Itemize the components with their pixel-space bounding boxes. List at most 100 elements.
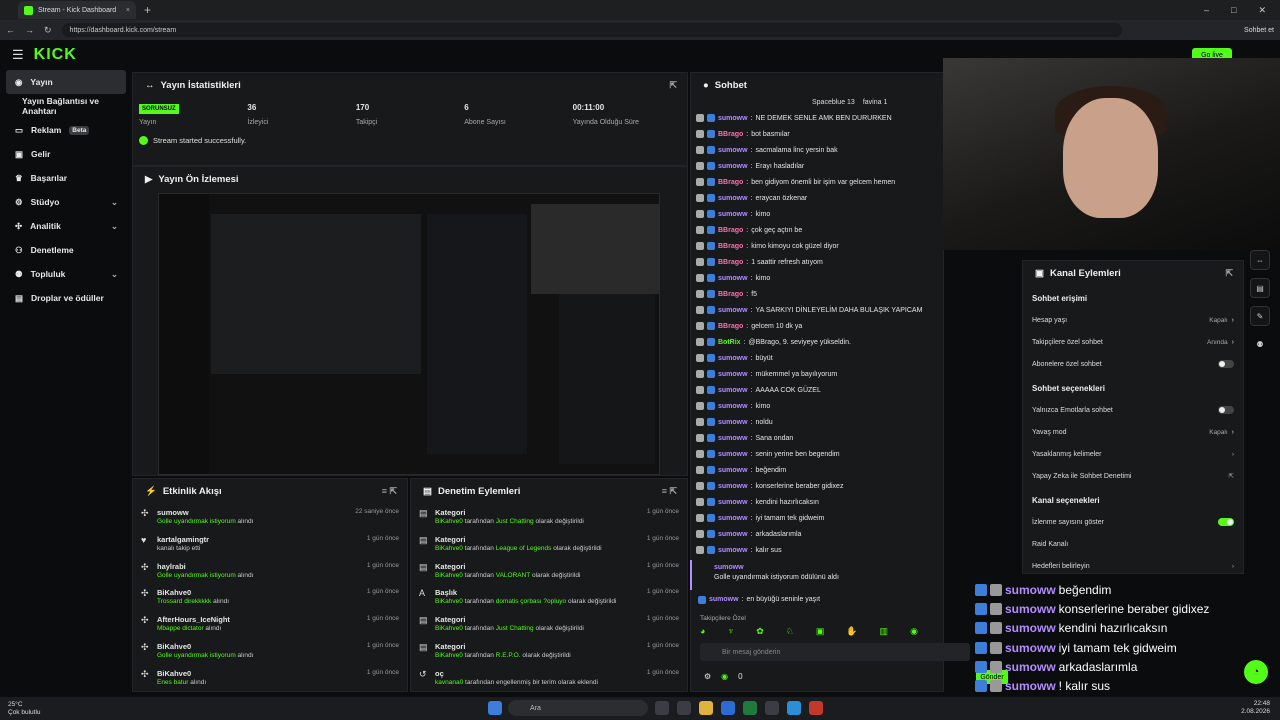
sidebar-item-basarilar[interactable]: ♛ Başarılar: [0, 166, 132, 190]
chat-username[interactable]: BotRix: [718, 339, 741, 346]
start-icon[interactable]: [488, 701, 502, 715]
chat-username[interactable]: sumoww: [718, 515, 748, 522]
feed-row[interactable]: ✣ sumoww Golle uyandırmak istiyorum alındı…: [133, 503, 407, 530]
filter-and-expand-icon[interactable]: ≡ ⇱: [382, 486, 397, 497]
clock[interactable]: 22:48 2.08.2026: [1241, 700, 1270, 716]
back-icon[interactable]: ←: [6, 25, 15, 35]
expand-icon[interactable]: ⇱: [1225, 268, 1233, 279]
browser-tab[interactable]: Stream - Kick Dashboard ×: [18, 1, 136, 19]
mod-row[interactable]: ▤ Kategori BiKahve0 tarafından League of L…: [411, 530, 687, 557]
sidebar-item-stream-key[interactable]: Yayın Bağlantısı ve Anahtarı: [0, 94, 132, 118]
chat-username[interactable]: sumoww: [718, 547, 748, 554]
sidebar-item-studyo[interactable]: ⚙ Stüdyo ⌄: [0, 190, 132, 214]
mod-row[interactable]: ▤ Kategori BiKahve0 tarafından R.E.P.O. ol…: [411, 637, 687, 664]
document-icon[interactable]: ▤: [1250, 278, 1270, 298]
emote-bar[interactable]: ◕ ♆ ✿ ♘ ▣ ✋ ▥ ◉: [700, 626, 970, 638]
chat-username[interactable]: BBrago: [718, 179, 743, 186]
sidebar-item-yayin[interactable]: ◉ Yayın: [6, 70, 126, 94]
app-icon[interactable]: [743, 701, 757, 715]
feed-row[interactable]: ✣ BiKahve0 Trossard direkkkkk alındı 1 gün …: [133, 583, 407, 610]
chat-username[interactable]: BBrago: [718, 291, 743, 298]
chat-username[interactable]: sumoww: [718, 467, 748, 474]
feed-row[interactable]: ♥ kartalgamingtr kanalı takip etti 1 gün ön…: [133, 530, 407, 557]
account-age-row[interactable]: Hesap yaşı Kapalı ›: [1023, 309, 1243, 331]
chat-username[interactable]: sumoww: [718, 307, 748, 314]
feed-row[interactable]: ✣ BiKahve0 Golle uyandırmak istiyorum alın…: [133, 637, 407, 664]
close-window-icon[interactable]: ✕: [1258, 5, 1266, 16]
sidebar-item-topluluk[interactable]: ⚉ Topluluk ⌄: [0, 262, 132, 286]
url-field[interactable]: https://dashboard.kick.com/stream: [61, 23, 1122, 37]
slow-mode-row[interactable]: Yavaş mod Kapalı ›: [1023, 421, 1243, 443]
forward-icon[interactable]: →: [25, 25, 34, 35]
chat-username[interactable]: sumoww: [718, 371, 748, 378]
chat-username[interactable]: BBrago: [718, 259, 743, 266]
banned-words-row[interactable]: Yasaklanmış kelimeler ›: [1023, 443, 1243, 465]
chat-username[interactable]: BBrago: [718, 243, 743, 250]
sidebar-item-analitik[interactable]: ✣ Analitik ⌄: [0, 214, 132, 238]
chat-username[interactable]: sumoww: [718, 275, 748, 282]
viewcount-toggle[interactable]: [1218, 518, 1234, 526]
app-icon[interactable]: [765, 701, 779, 715]
chat-username[interactable]: sumoww: [718, 387, 748, 394]
edge-icon[interactable]: [787, 701, 801, 715]
close-tab-icon[interactable]: ×: [126, 7, 130, 14]
filter-and-expand-icon[interactable]: ≡ ⇱: [662, 486, 677, 497]
chat-username[interactable]: sumoww: [718, 435, 748, 442]
stream-preview[interactable]: [158, 193, 660, 475]
mod-row[interactable]: ▤ Kategori BiKahve0 tarafından Just Chatti…: [411, 503, 687, 530]
followers-only-row[interactable]: Takipçilere özel sohbet Anında ›: [1023, 331, 1243, 353]
chat-username[interactable]: sumoww: [718, 499, 748, 506]
reload-icon[interactable]: ↻: [44, 25, 52, 36]
feed-row[interactable]: ✣ BiKahve0 Enes batur alındı 1 gün önce: [133, 664, 407, 691]
app-icon[interactable]: [809, 701, 823, 715]
chat-username[interactable]: sumoww: [718, 403, 748, 410]
chat-input[interactable]: Bir mesaj gönderin: [700, 643, 970, 661]
kick-logo[interactable]: KICK: [34, 46, 77, 64]
subs-only-toggle[interactable]: [1218, 360, 1234, 368]
users-icon[interactable]: ⚉: [1250, 334, 1270, 354]
folder-icon[interactable]: [699, 701, 713, 715]
chat-username[interactable]: BBrago: [718, 131, 743, 138]
app-icon[interactable]: [677, 701, 691, 715]
maximize-icon[interactable]: □: [1231, 5, 1236, 16]
expand-icon[interactable]: ⇱: [669, 80, 677, 91]
goals-row[interactable]: Hedefleri belirleyin ›: [1023, 555, 1243, 577]
mod-row[interactable]: ▤ Kategori BiKahve0 tarafından VALORANT ol…: [411, 557, 687, 584]
copilot-chip[interactable]: Sohbet et: [1244, 27, 1274, 34]
sidebar-item-droplar[interactable]: ▤ Droplar ve ödüller: [0, 286, 132, 310]
chat-username[interactable]: BBrago: [718, 227, 743, 234]
ai-moderation-row[interactable]: Yapay Zeka ile Sohbet Denetimi ⇱: [1023, 465, 1243, 487]
link-icon[interactable]: ⇔: [1250, 250, 1270, 270]
mod-row[interactable]: ↺ oç kavnana0 tarafından engellenmiş bir t…: [411, 664, 687, 691]
mod-row[interactable]: ▤ Kategori BiKahve0 tarafından Just Chatti…: [411, 610, 687, 637]
app-icon[interactable]: [655, 701, 669, 715]
app-icon[interactable]: [721, 701, 735, 715]
chat-username[interactable]: sumoww: [718, 419, 748, 426]
wrench-icon[interactable]: ✎: [1250, 306, 1270, 326]
settings-icon[interactable]: ⚙: [704, 672, 711, 681]
feed-row[interactable]: ✣ haylrabi Golle uyandırmak istiyorum alın…: [133, 557, 407, 584]
feed-row[interactable]: ✣ AfterHours_IceNight Mbappe dictator alın…: [133, 610, 407, 637]
chat-username[interactable]: sumoww: [718, 451, 748, 458]
chat-username[interactable]: sumoww: [718, 195, 748, 202]
minimize-icon[interactable]: –: [1204, 5, 1209, 16]
sidebar-item-gelir[interactable]: ▣ Gelir: [0, 142, 132, 166]
mod-row[interactable]: A Başlık BiKahve0 tarafından domatis çorba…: [411, 583, 687, 610]
new-tab-button[interactable]: +: [144, 3, 151, 17]
chat-username[interactable]: BBrago: [718, 323, 743, 330]
emote-only-toggle[interactable]: [1218, 406, 1234, 414]
weather-widget[interactable]: 25°C Çok bulutlu: [8, 701, 41, 717]
raid-row[interactable]: Raid Kanalı: [1023, 533, 1243, 555]
chat-username[interactable]: sumoww: [718, 163, 748, 170]
chat-username[interactable]: sumoww: [718, 211, 748, 218]
taskbar-search[interactable]: Ara: [508, 700, 648, 716]
chat-username[interactable]: sumoww: [718, 531, 748, 538]
chat-username[interactable]: sumoww: [718, 355, 748, 362]
sidebar-item-denetleme[interactable]: ⚇ Denetleme: [0, 238, 132, 262]
chat-username[interactable]: sumoww: [718, 147, 748, 154]
chat-username[interactable]: sumoww: [718, 115, 748, 122]
menu-icon[interactable]: ☰: [12, 47, 24, 63]
chat-bubble-button[interactable]: ◔: [1244, 660, 1268, 684]
chat-username[interactable]: sumoww: [718, 483, 748, 490]
sidebar-item-reklam[interactable]: ▭ Reklam Beta: [0, 118, 132, 142]
